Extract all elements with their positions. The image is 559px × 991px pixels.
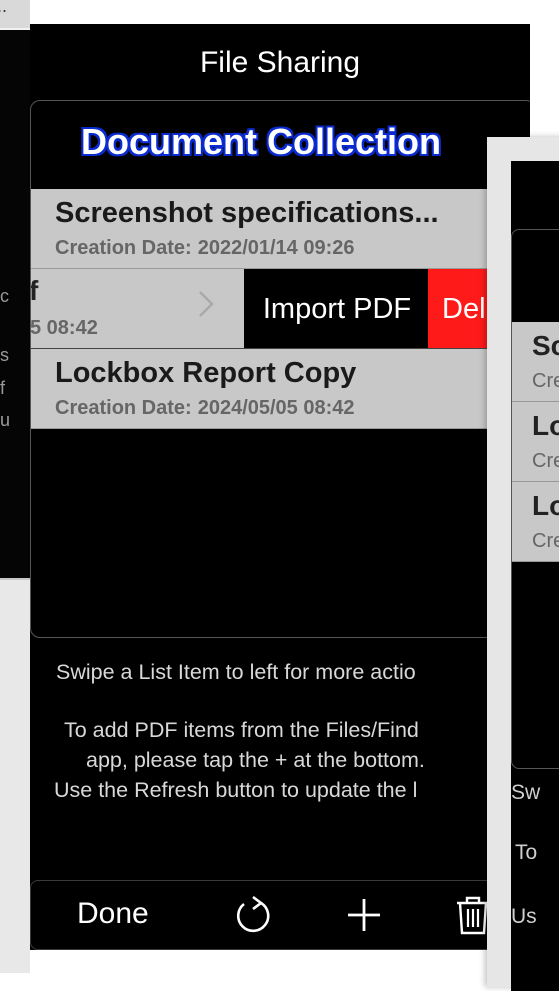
list-item[interactable]: Lockbox Report Copy Creation Date: 2024/0…	[31, 349, 530, 429]
swiped-row-content[interactable]: f 5 08:42	[31, 269, 244, 348]
chevron-right-icon	[197, 289, 215, 327]
background-lower-pane	[0, 578, 30, 973]
file-sharing-screen: File Sharing Document Collection Screens…	[30, 24, 530, 950]
help-line: app, please tap the + at the bottom.	[86, 748, 425, 772]
item-name: Screenshot specifications...	[55, 197, 439, 229]
help-line: Use the Refresh button to update the l	[54, 778, 418, 802]
background-fragment: f	[0, 378, 6, 398]
import-pdf-button[interactable]: Import PDF	[244, 269, 430, 348]
right-help-line: To	[515, 841, 538, 864]
right-item-name: Sc	[532, 330, 559, 361]
background-fragment: c	[0, 286, 9, 306]
item-date: 2022/01/14 09:26	[197, 237, 355, 259]
nav-title: File Sharing	[199, 46, 361, 79]
background-right-screenshot: Sc Cre Lo Cre Lo Cre Sw To Us	[487, 137, 559, 991]
right-item-name: Lo	[532, 410, 559, 441]
background-top-strip: ...	[0, 0, 30, 28]
item-name: f	[31, 275, 38, 307]
date-label: Creation Date:	[55, 397, 192, 419]
document-list: Document Collection Screenshot specifica…	[30, 100, 530, 638]
help-line: To add PDF items from the Files/Find	[64, 718, 419, 742]
right-help-line: Us	[511, 905, 537, 928]
item-date: 5 08:42	[31, 317, 98, 339]
right-list-item: Sc Cre	[512, 322, 559, 402]
list-item-swiped[interactable]: f 5 08:42 Import PDF Del	[31, 269, 530, 349]
right-item-sub: Cre	[532, 370, 559, 392]
item-date: 2024/05/05 08:42	[197, 397, 355, 419]
right-item-sub: Cre	[532, 530, 559, 552]
refresh-icon[interactable]	[231, 893, 275, 942]
right-list-item: Lo Cre	[512, 482, 559, 562]
right-list-box: Sc Cre Lo Cre Lo Cre	[511, 229, 559, 769]
background-fragment: u	[0, 410, 11, 430]
help-line: Swipe a List Item to left for more actio	[56, 660, 416, 684]
right-list-item: Lo Cre	[512, 402, 559, 482]
bottom-toolbar: Done	[30, 880, 530, 950]
done-button[interactable]: Done	[77, 897, 149, 931]
background-top-text: ...	[0, 0, 8, 16]
list-title: Document Collection	[81, 121, 442, 162]
item-date-line: Creation Date: 2022/01/14 09:26	[55, 237, 355, 260]
item-date-line: Creation Date: 2024/05/05 08:42	[55, 397, 355, 420]
background-fragment: s	[0, 345, 9, 365]
date-label: Creation Date:	[55, 237, 192, 259]
background-left-screenshot: ... c s f u	[0, 0, 30, 973]
plus-icon[interactable]	[342, 893, 386, 942]
list-item[interactable]: Screenshot specifications... Creation Da…	[31, 189, 530, 269]
item-name: Lockbox Report Copy	[55, 357, 357, 389]
right-item-sub: Cre	[532, 450, 559, 472]
right-item-name: Lo	[532, 490, 559, 521]
right-screen-inner: Sc Cre Lo Cre Lo Cre Sw To Us	[511, 161, 559, 991]
right-help-line: Sw	[511, 781, 541, 804]
